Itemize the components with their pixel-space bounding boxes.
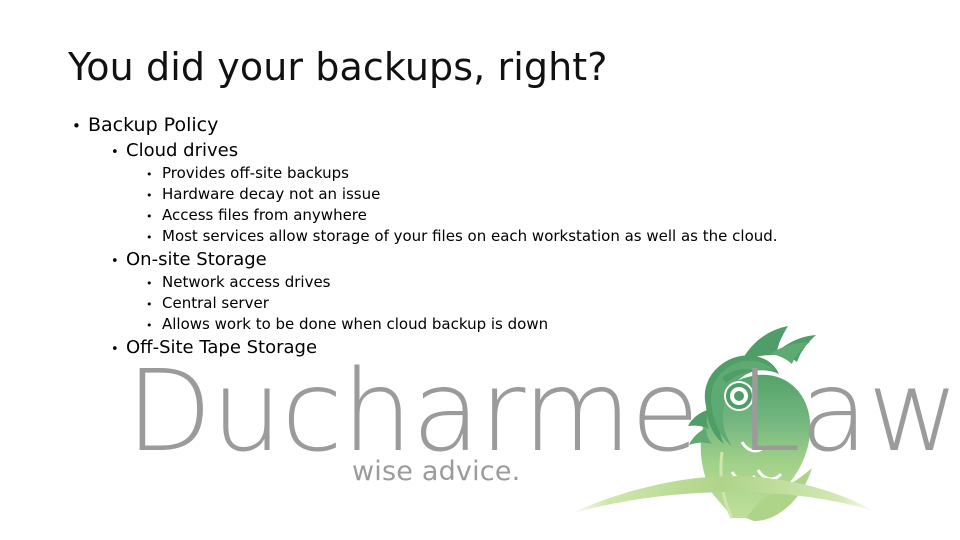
logo-word-ducharme: Ducharme xyxy=(126,347,700,477)
bullet-text: Backup Policy xyxy=(88,114,219,136)
logo-wordmark: Ducharme Law xyxy=(126,356,959,468)
bullet-text: Off-Site Tape Storage xyxy=(126,337,318,358)
logo-tagline: wise advice. xyxy=(352,456,521,487)
bullet-marker-icon: • xyxy=(146,298,153,311)
slide-canvas: You did your backups, right? Ducharme La… xyxy=(0,0,960,540)
bullet-text: Network access drives xyxy=(162,273,331,291)
bullet-item-level-3: • Allows work to be done when cloud backu… xyxy=(0,314,960,335)
bullet-text: Cloud drives xyxy=(126,140,239,161)
bullet-text: Hardware decay not an issue xyxy=(162,185,381,203)
bullet-item-level-2: • On-site Storage xyxy=(0,247,960,272)
bullet-text: Provides off-site backups xyxy=(162,164,349,182)
bullet-item-level-2: • Off-Site Tape Storage xyxy=(0,335,960,360)
bullet-item-level-3: • Network access drives xyxy=(0,272,960,293)
bullet-item-level-3: • Most services allow storage of your fil… xyxy=(0,226,960,247)
bullet-marker-icon: • xyxy=(111,145,119,160)
bullet-marker-icon: • xyxy=(146,277,153,290)
bullet-text: Allows work to be done when cloud backup… xyxy=(162,315,549,333)
bullet-item-level-3: • Central server xyxy=(0,293,960,314)
bullet-text: On-site Storage xyxy=(126,249,267,270)
bullet-marker-icon: • xyxy=(111,342,119,357)
bullet-marker-icon: • xyxy=(146,210,153,223)
bullet-text: Most services allow storage of your file… xyxy=(162,227,778,245)
logo-word-law: Law xyxy=(738,347,960,477)
bullet-marker-icon: • xyxy=(146,189,153,202)
slide-title: You did your backups, right? xyxy=(68,45,608,89)
bullet-item-level-3: • Hardware decay not an issue xyxy=(0,184,960,205)
bullet-marker-icon: • xyxy=(146,231,153,244)
bullet-marker-icon: • xyxy=(146,319,153,332)
bullet-item-level-3: • Provides off-site backups xyxy=(0,163,960,184)
bullet-item-level-1: • Backup Policy xyxy=(0,112,960,138)
bullet-text: Central server xyxy=(162,294,269,312)
bullet-marker-icon: • xyxy=(146,168,153,181)
bullet-marker-icon: • xyxy=(72,117,81,135)
bullet-marker-icon: • xyxy=(111,254,119,269)
bullet-text: Access files from anywhere xyxy=(162,206,367,224)
bullet-item-level-3: • Access files from anywhere xyxy=(0,205,960,226)
bullet-item-level-2: • Cloud drives xyxy=(0,138,960,163)
slide-body-list: • Backup Policy • Cloud drives • Provides off… xyxy=(0,112,960,360)
